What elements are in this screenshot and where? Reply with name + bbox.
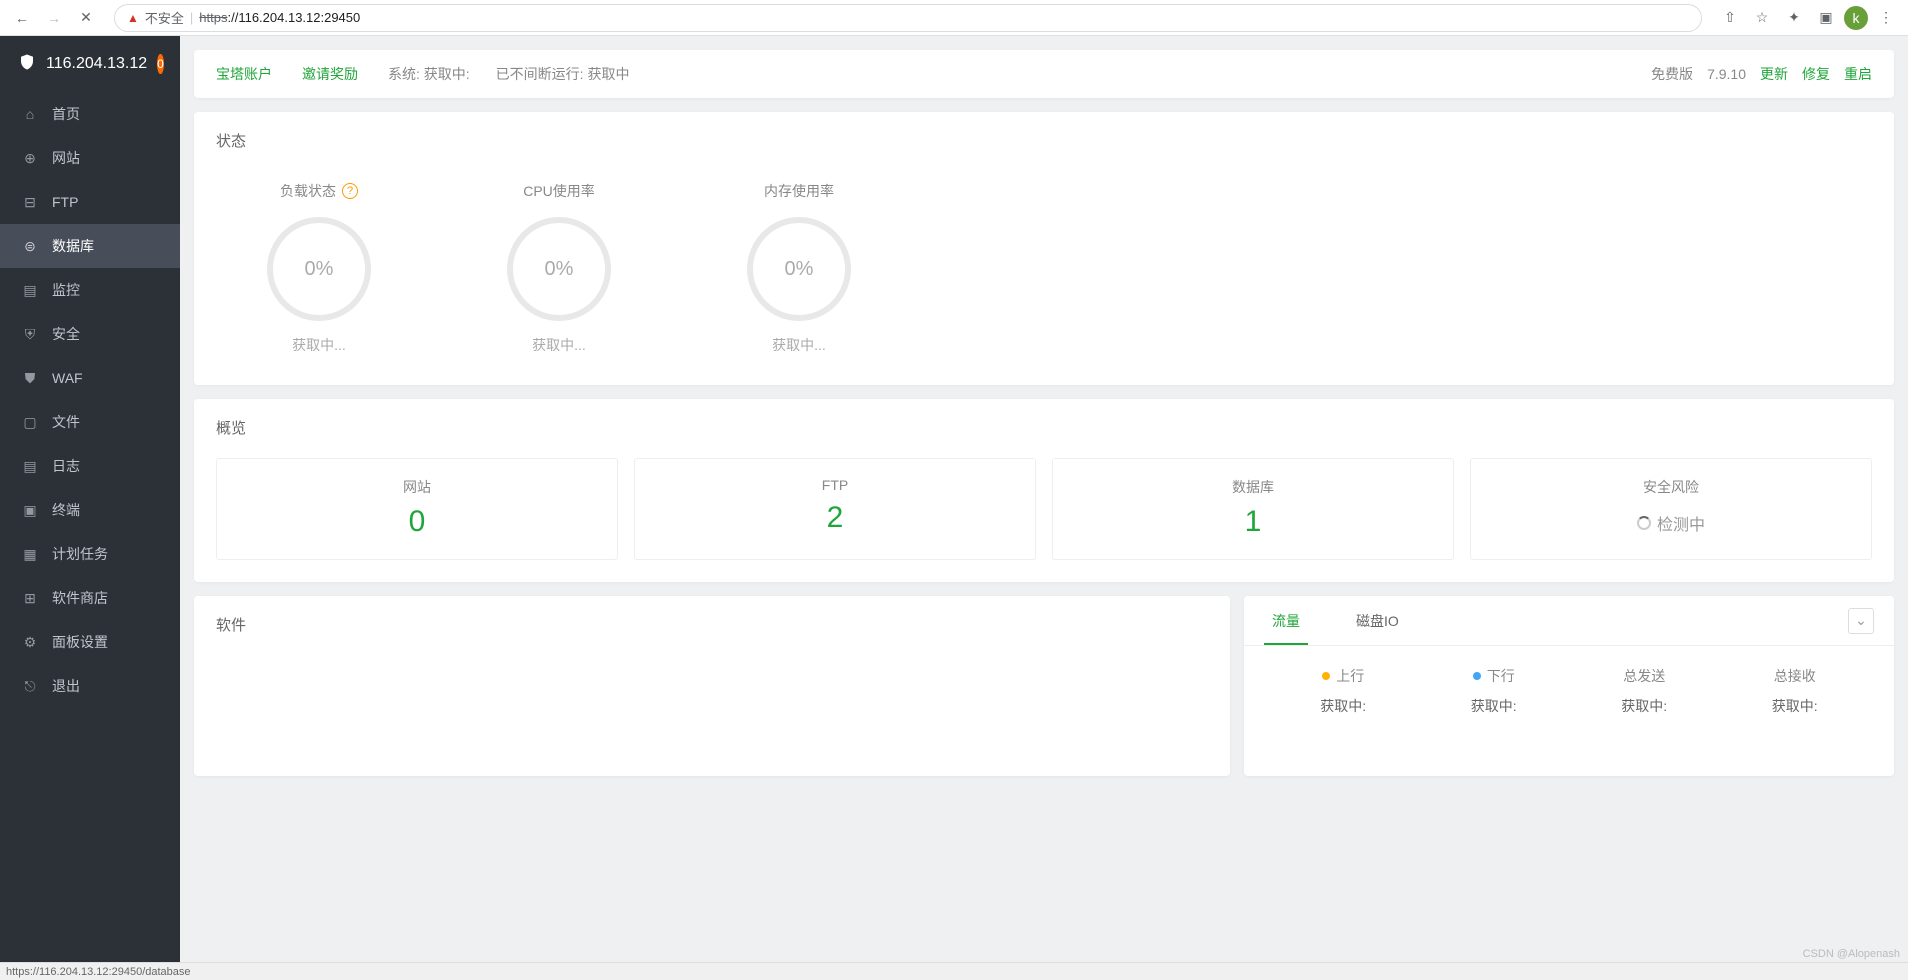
restart-link[interactable]: 重启 <box>1844 64 1872 84</box>
sidebar-item-files[interactable]: ▢文件 <box>0 400 180 444</box>
net-stat-total-sent: 总发送 获取中: <box>1569 666 1720 716</box>
sidebar-item-settings[interactable]: ⚙面板设置 <box>0 620 180 664</box>
dot-icon <box>1473 672 1481 680</box>
shield-icon: ⛨ <box>22 326 38 343</box>
sidebar: 116.204.13.12 0 ⌂首页 ⊕网站 ⊟FTP ⊜数据库 ▤监控 ⛨安… <box>0 36 180 962</box>
gauge-cpu[interactable]: CPU使用率 0% 获取中... <box>474 181 644 355</box>
help-icon[interactable]: ? <box>342 183 358 199</box>
stop-button[interactable]: ✕ <box>72 4 100 32</box>
gauge-circle: 0% <box>267 217 371 321</box>
sidebar-item-cron[interactable]: ▦计划任务 <box>0 532 180 576</box>
back-button[interactable]: ← <box>8 4 36 32</box>
gauge-circle: 0% <box>747 217 851 321</box>
sidebar-item-logs[interactable]: ▤日志 <box>0 444 180 488</box>
address-bar[interactable]: ▲ 不安全 | https://116.204.13.12:29450 <box>114 4 1702 32</box>
home-icon: ⌂ <box>22 106 38 122</box>
sidebar-item-security[interactable]: ⛨安全 <box>0 312 180 356</box>
main-content: 宝塔账户 邀请奖励 系统: 获取中: 已不间断运行: 获取中 免费版 7.9.1… <box>180 36 1908 962</box>
expand-button[interactable]: ⌄ <box>1848 608 1874 634</box>
overview-card-security[interactable]: 安全风险 检测中 <box>1470 458 1872 560</box>
sidebar-item-website[interactable]: ⊕网站 <box>0 136 180 180</box>
gauge-memory[interactable]: 内存使用率 0% 获取中... <box>714 181 884 355</box>
menu-icon[interactable]: ⋮ <box>1872 4 1900 32</box>
ftp-icon: ⊟ <box>22 194 38 211</box>
globe-icon: ⊕ <box>22 150 38 167</box>
statusbar-url: https://116.204.13.12:29450/database <box>6 966 191 978</box>
sidebar-item-ftp[interactable]: ⊟FTP <box>0 180 180 224</box>
status-panel: 状态 负载状态? 0% 获取中... CPU使用率 0% 获取中... 内存使用… <box>194 112 1894 385</box>
url-path: ://116.204.13.12:29450 <box>227 10 360 25</box>
invite-link[interactable]: 邀请奖励 <box>302 64 358 84</box>
bookmark-icon[interactable]: ☆ <box>1748 4 1776 32</box>
gauge-load[interactable]: 负载状态? 0% 获取中... <box>234 181 404 355</box>
folder-icon: ▢ <box>22 414 38 431</box>
database-icon: ⊜ <box>22 238 38 255</box>
log-icon: ▤ <box>22 458 38 475</box>
insecure-label: 不安全 <box>145 8 184 27</box>
sidebar-item-appstore[interactable]: ⊞软件商店 <box>0 576 180 620</box>
calendar-icon: ▦ <box>22 546 38 563</box>
net-stat-upload: 上行 获取中: <box>1268 666 1419 716</box>
extensions-icon[interactable]: ✦ <box>1780 4 1808 32</box>
dot-icon <box>1322 672 1330 680</box>
overview-card-ftp[interactable]: FTP 2 <box>634 458 1036 560</box>
spinner-icon <box>1637 516 1651 530</box>
overview-title: 概览 <box>194 399 1894 438</box>
gear-icon: ⚙ <box>22 634 38 651</box>
software-title: 软件 <box>194 596 1230 653</box>
version-label: 免费版 <box>1651 64 1693 84</box>
repair-link[interactable]: 修复 <box>1802 64 1830 84</box>
url-protocol: https <box>199 10 227 25</box>
network-panel: 流量 磁盘IO ⌄ 上行 获取中: 下行 获取中: 总发送 获取中: <box>1244 596 1894 776</box>
notification-badge[interactable]: 0 <box>157 54 164 74</box>
tab-diskio[interactable]: 磁盘IO <box>1348 596 1407 645</box>
server-ip: 116.204.13.12 <box>46 55 147 73</box>
version-number: 7.9.10 <box>1707 66 1746 82</box>
warning-icon: ▲ <box>127 11 139 25</box>
info-bar: 宝塔账户 邀请奖励 系统: 获取中: 已不间断运行: 获取中 免费版 7.9.1… <box>194 50 1894 98</box>
sidepanel-icon[interactable]: ▣ <box>1812 4 1840 32</box>
forward-button[interactable]: → <box>40 4 68 32</box>
status-title: 状态 <box>194 112 1894 151</box>
gauge-circle: 0% <box>507 217 611 321</box>
account-link[interactable]: 宝塔账户 <box>216 64 272 84</box>
sidebar-header: 116.204.13.12 0 <box>0 36 180 92</box>
sidebar-item-logout[interactable]: ⎋退出 <box>0 664 180 708</box>
tab-traffic[interactable]: 流量 <box>1264 596 1308 645</box>
browser-statusbar: https://116.204.13.12:29450/database <box>0 962 1908 980</box>
share-icon[interactable]: ⇧ <box>1716 4 1744 32</box>
uptime-label: 已不间断运行: 获取中 <box>496 64 630 84</box>
shield-icon <box>18 53 36 76</box>
grid-icon: ⊞ <box>22 590 38 607</box>
software-panel: 软件 <box>194 596 1230 776</box>
net-stat-download: 下行 获取中: <box>1419 666 1570 716</box>
overview-panel: 概览 网站 0 FTP 2 数据库 1 安全风险 检测中 <box>194 399 1894 582</box>
sidebar-item-waf[interactable]: ⛊WAF <box>0 356 180 400</box>
terminal-icon: ▣ <box>22 502 38 519</box>
browser-toolbar: ← → ✕ ▲ 不安全 | https://116.204.13.12:2945… <box>0 0 1908 36</box>
waf-icon: ⛊ <box>22 370 38 387</box>
watermark: CSDN @Alopenash <box>1803 948 1900 960</box>
monitor-icon: ▤ <box>22 282 38 299</box>
logout-icon: ⎋ <box>22 678 38 695</box>
profile-avatar[interactable]: k <box>1844 6 1868 30</box>
sidebar-item-monitor[interactable]: ▤监控 <box>0 268 180 312</box>
sidebar-item-terminal[interactable]: ▣终端 <box>0 488 180 532</box>
sidebar-item-home[interactable]: ⌂首页 <box>0 92 180 136</box>
overview-card-website[interactable]: 网站 0 <box>216 458 618 560</box>
sidebar-item-database[interactable]: ⊜数据库 <box>0 224 180 268</box>
system-label: 系统: 获取中: <box>388 64 470 84</box>
net-stat-total-recv: 总接收 获取中: <box>1720 666 1871 716</box>
update-link[interactable]: 更新 <box>1760 64 1788 84</box>
overview-card-database[interactable]: 数据库 1 <box>1052 458 1454 560</box>
